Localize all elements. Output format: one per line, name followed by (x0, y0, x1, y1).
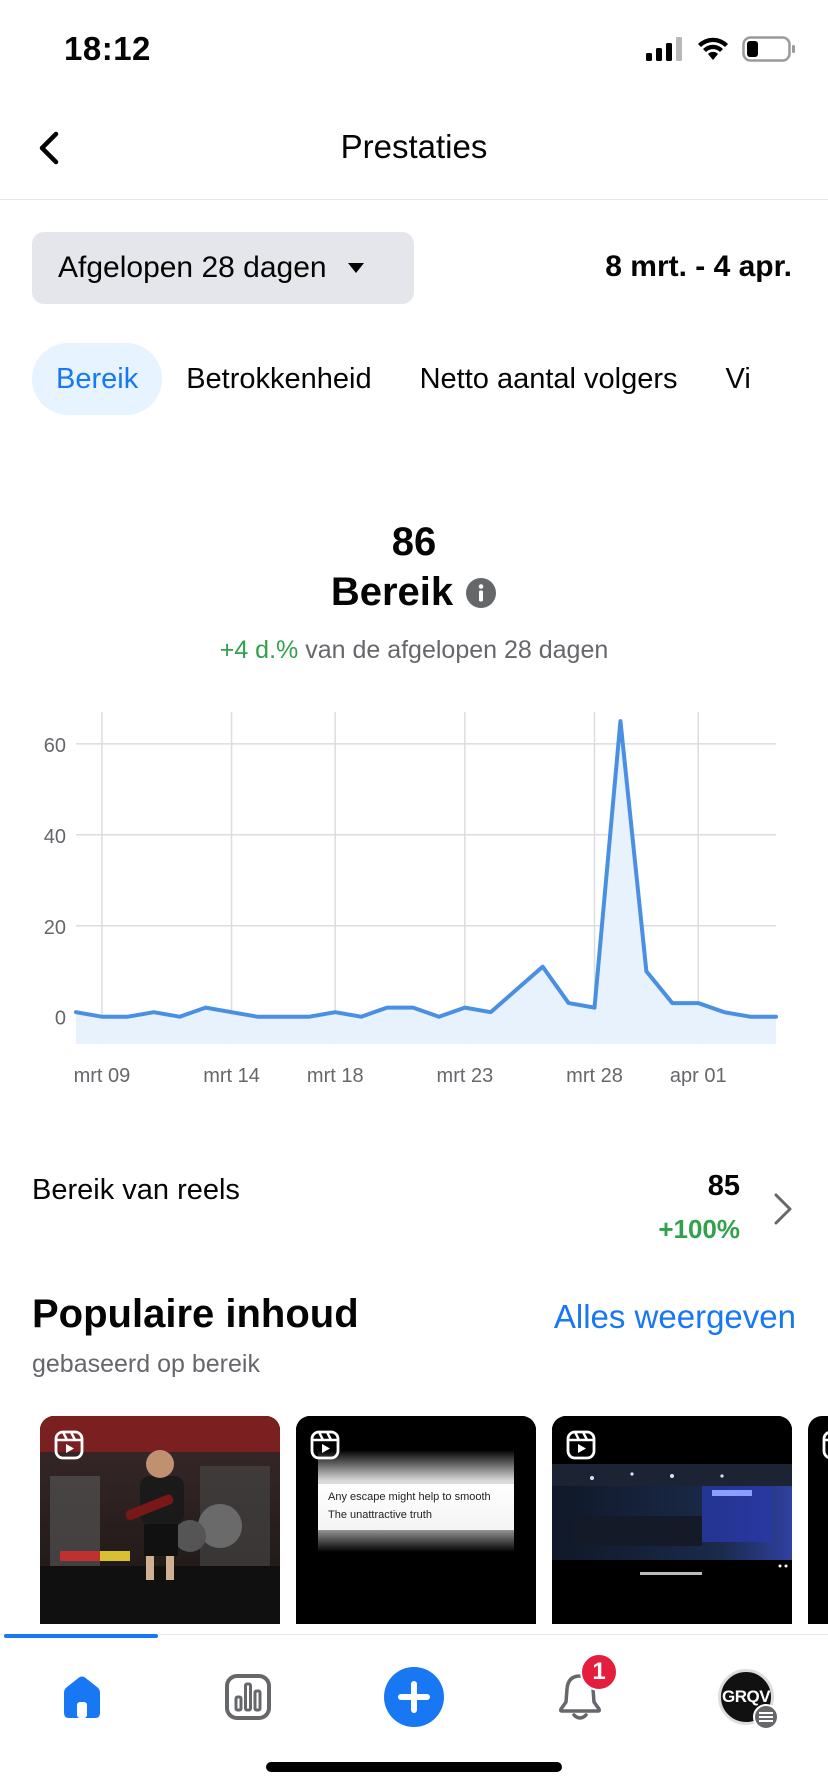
menu-icon (753, 1704, 779, 1730)
reels-icon (310, 1430, 340, 1460)
y-tick-label: 0 (55, 1008, 66, 1030)
caret-down-icon (347, 263, 364, 273)
x-tick-label: apr 01 (670, 1065, 727, 1087)
nav-create[interactable] (382, 1665, 446, 1729)
see-all-link[interactable]: Alles weergeven (554, 1298, 796, 1336)
popular-item-3[interactable] (552, 1416, 792, 1624)
reels-icon (566, 1430, 596, 1460)
status-bar: 18:12 (0, 0, 828, 100)
reels-reach-label: Bereik van reels (32, 1174, 240, 1206)
y-tick-label: 60 (44, 735, 66, 757)
x-tick-label: mrt 14 (203, 1065, 260, 1087)
page-title: Prestaties (340, 128, 488, 165)
reel-caption-line-1: Any escape might help to smooth (328, 1491, 491, 1503)
reach-chart: 0 20 40 60 mrt 09 mrt 14 mrt 18 mrt 23 mrt 28 apr… (44, 712, 778, 1087)
reels-reach-value: 85 (707, 1170, 740, 1202)
nav-notifications[interactable]: 1 (548, 1653, 618, 1729)
nav-profile[interactable]: GRQV (714, 1665, 779, 1730)
battery-icon (742, 36, 795, 62)
tab-vi[interactable]: Vi (702, 343, 775, 415)
y-tick-label: 20 (44, 917, 66, 939)
nav-home[interactable] (50, 1665, 114, 1729)
notification-badge: 1 (580, 1653, 618, 1691)
metric-title-row: Bereik (0, 570, 828, 615)
insights-chart-icon (225, 1674, 271, 1720)
status-time: 18:12 (64, 30, 151, 67)
status-icons (646, 36, 796, 62)
reels-reach-change: +100% (658, 1214, 740, 1244)
reel-caption-line-2: The unattractive truth (328, 1509, 432, 1521)
series-line (74, 719, 778, 1019)
date-range: 8 mrt. - 4 apr. (605, 250, 792, 283)
active-tab-indicator (4, 1634, 158, 1638)
wifi-icon (698, 37, 728, 60)
tab-bereik[interactable]: Bereik (32, 343, 163, 415)
period-select-label: Afgelopen 28 dagen (58, 251, 327, 284)
y-tick-label: 40 (44, 826, 66, 848)
reels-icon (54, 1430, 84, 1460)
reel-caption: Any escape might help to smooth The unat… (318, 1484, 514, 1530)
home-icon (64, 1676, 100, 1718)
metric-change-value: +4 d.% (219, 636, 299, 664)
popular-title: Populaire inhoud (32, 1292, 359, 1336)
reels-icon (822, 1431, 828, 1459)
metric-change: +4 d.% van de afgelopen 28 dagen (0, 636, 828, 665)
x-tick-label: mrt 23 (437, 1065, 494, 1087)
metric-tabs: Bereik Betrokkenheid Netto aantal volger… (32, 343, 828, 415)
header: Prestaties (0, 100, 828, 200)
tab-netto-volgers[interactable]: Netto aantal volgers (396, 343, 702, 415)
metric-title: Bereik (330, 570, 454, 614)
tab-betrokkenheid[interactable]: Betrokkenheid (162, 343, 395, 415)
info-icon[interactable] (465, 577, 497, 609)
popular-content-carousel: Any escape might help to smooth The unat… (40, 1416, 828, 1624)
series-area (76, 721, 776, 1044)
reels-reach-row[interactable]: Bereik van reels 85 +100% (0, 1160, 828, 1270)
nav-insights[interactable] (216, 1665, 280, 1729)
popular-item-1[interactable] (40, 1416, 280, 1624)
plus-icon (384, 1667, 444, 1727)
cellular-signal-icon (646, 37, 682, 61)
x-tick-label: mrt 09 (74, 1065, 131, 1087)
x-tick-label: mrt 18 (307, 1065, 364, 1087)
x-tick-label: mrt 28 (566, 1065, 623, 1087)
metric-change-text: van de afgelopen 28 dagen (305, 636, 609, 664)
metric-value: 86 (391, 520, 437, 564)
chevron-right-icon (774, 1193, 792, 1225)
period-select[interactable]: Afgelopen 28 dagen (32, 232, 414, 304)
popular-item-2[interactable]: Any escape might help to smooth The unat… (296, 1416, 536, 1624)
popular-item-4[interactable] (808, 1416, 828, 1624)
home-indicator (266, 1762, 562, 1772)
avatar: GRQV (718, 1669, 779, 1730)
popular-subtitle: gebaseerd op bereik (32, 1350, 260, 1378)
